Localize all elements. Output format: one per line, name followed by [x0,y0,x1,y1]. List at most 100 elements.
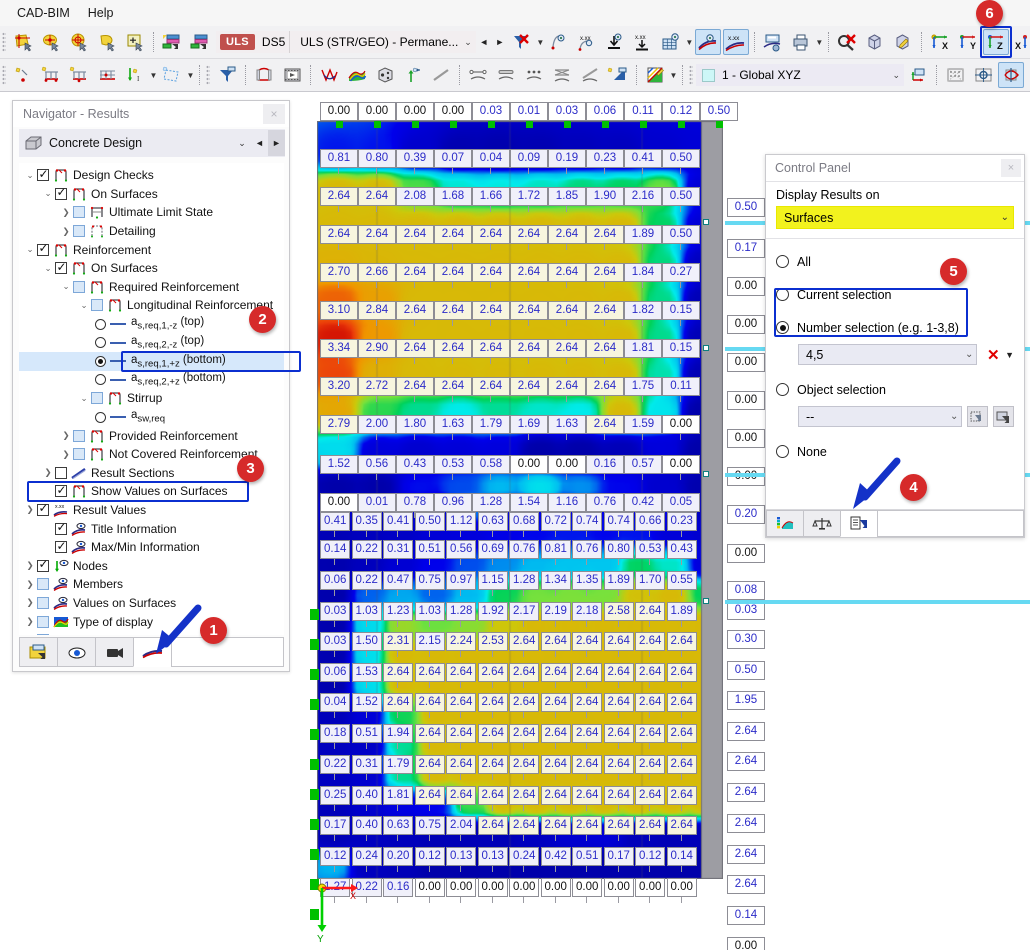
select-window-icon[interactable] [10,29,36,55]
select-lasso-icon[interactable] [94,29,120,55]
chevron-down-icon[interactable]: ⌄ [77,393,91,404]
object-selection-input[interactable]: -- ⌄ [798,406,963,427]
toolbar-grip[interactable] [2,65,6,85]
menu-item-help[interactable]: Help [79,3,123,23]
radio-all[interactable] [776,255,789,268]
chevron-right-icon[interactable]: ❯ [23,579,37,590]
video-tab[interactable] [95,637,134,667]
view-z-icon[interactable]: Z [982,29,1009,55]
tree-checkbox[interactable] [91,299,103,312]
film-icon[interactable] [279,62,305,88]
render-cube-icon[interactable] [862,29,888,55]
tree-row[interactable]: as,req,1,-z (top) [19,315,284,334]
chevron-down-icon[interactable]: ▼ [186,62,195,88]
chevron-down-icon[interactable]: ⌄ [23,244,37,255]
toolbar-grip[interactable] [689,65,693,85]
tree-checkbox[interactable] [37,241,49,256]
cs-axes-icon[interactable] [905,62,931,88]
render-results-icon[interactable] [694,29,721,55]
deform-2-icon[interactable] [493,62,519,88]
tree-row[interactable]: Max/Min Information [19,538,284,557]
tree-radio[interactable] [95,337,106,349]
rotate-xy-icon[interactable] [998,62,1024,88]
tree-checkbox[interactable] [55,466,67,479]
tree-row[interactable]: Show Values on Surfaces [19,482,284,501]
tree-radio[interactable] [95,355,106,367]
rotate-yz-icon[interactable] [1026,62,1030,88]
min-value-icon[interactable] [602,29,628,55]
frame-icon[interactable] [251,62,277,88]
chevron-down-icon[interactable]: ⌄ [59,281,73,292]
deform-3-icon[interactable] [521,62,547,88]
next-module-button[interactable]: ► [268,130,285,156]
tree-row[interactable]: ⌄ Reinforcement [19,240,284,259]
tree-checkbox[interactable] [55,260,67,275]
tree-checkbox[interactable] [37,578,49,591]
results-tree[interactable]: ⌄ Design Checks ⌄ On Surfaces ❯ Ultimate Limi… [19,163,284,635]
tree-row[interactable]: ⌄ Required Reinforcement [19,278,284,297]
pick-objects-icon[interactable] [993,406,1015,427]
display-filter-tab[interactable] [840,510,878,537]
tree-row[interactable]: ⌄ Longitudinal Reinforcement [19,296,284,315]
deform-4-icon[interactable] [549,62,575,88]
show-single-result-icon[interactable] [546,29,572,55]
red-x-icon[interactable]: ✕ [983,346,1003,364]
tree-checkbox[interactable] [37,615,49,628]
coordinate-system-combo[interactable]: 1 - Global XYZ ⌄ [696,64,904,86]
tree-checkbox[interactable] [73,429,85,442]
grid-off-icon[interactable] [942,62,968,88]
option-current-selection[interactable]: Current selection [776,284,1014,305]
tree-checkbox[interactable] [37,167,49,182]
tree-row[interactable]: as,req,2,+z (bottom) [19,371,284,390]
chevron-right-icon[interactable]: ❯ [23,597,37,608]
grid-results-icon[interactable] [658,29,684,55]
tree-row[interactable]: ⌄ Design Checks [19,166,284,185]
toolbar-grip[interactable] [2,32,6,52]
diagram-icon[interactable] [316,62,342,88]
chevron-right-icon[interactable]: ❯ [23,560,37,571]
radio-current-selection[interactable] [776,288,789,301]
tree-row[interactable]: ❯ Provided Reinforcement [19,426,284,445]
tree-row[interactable]: ⌄ Stirrup [19,389,284,408]
toolbar-grip[interactable] [206,65,210,85]
close-icon[interactable]: × [1001,159,1021,177]
load-combination-combo[interactable]: ULS (STR/GEO) - Permane... ⌄ [289,31,476,53]
tree-radio[interactable] [95,318,106,330]
deform-1-icon[interactable] [465,62,491,88]
support-arrow-icon[interactable] [400,62,426,88]
option-object-selection[interactable]: Object selection [776,379,1014,400]
chevron-down-icon[interactable]: ▼ [536,29,545,55]
color-palette-icon[interactable] [642,62,668,88]
chevron-down-icon[interactable]: ⌄ [965,349,973,360]
tree-checkbox[interactable] [55,520,67,535]
tree-row[interactable]: ❯ Nodes [19,556,284,575]
tree-checkbox[interactable] [37,596,49,609]
min-value-values-icon[interactable]: x.xx [630,29,656,55]
new-free-load-icon[interactable] [159,62,185,88]
project-navigator-tab[interactable] [19,637,58,667]
new-node-icon[interactable] [10,62,36,88]
chevron-right-icon[interactable]: ❯ [23,504,37,515]
new-member-support-icon[interactable] [66,62,92,88]
tree-row[interactable]: ❯ Detailing [19,222,284,241]
surface-colors-icon[interactable] [344,62,370,88]
show-values-icon[interactable]: x.xx [574,29,600,55]
tree-row[interactable]: ❯ x.xx Result Values [19,501,284,520]
tree-checkbox[interactable] [55,185,67,200]
chevron-right-icon[interactable]: ❯ [41,467,55,478]
chevron-right-icon[interactable]: ❯ [59,226,73,237]
next-case-button[interactable]: ► [492,30,508,54]
select-circle-plus-icon[interactable] [66,29,92,55]
print-icon[interactable] [788,29,814,55]
tree-row[interactable]: ❯ Ultimate Limit State [19,203,284,222]
view-x2-icon[interactable]: X [1011,29,1030,55]
option-all[interactable]: All [776,251,1014,272]
tree-radio[interactable] [95,411,106,423]
previous-module-button[interactable]: ◄ [251,130,268,156]
deform-wizard-icon[interactable] [605,62,631,88]
search-delete-icon[interactable] [834,29,860,55]
view-y-icon[interactable]: Y [955,29,981,55]
filter-object-icon[interactable] [214,62,240,88]
option-number-selection[interactable]: Number selection (e.g. 1-3,8) [776,317,1014,338]
chevron-down-icon[interactable]: ▼ [149,62,158,88]
